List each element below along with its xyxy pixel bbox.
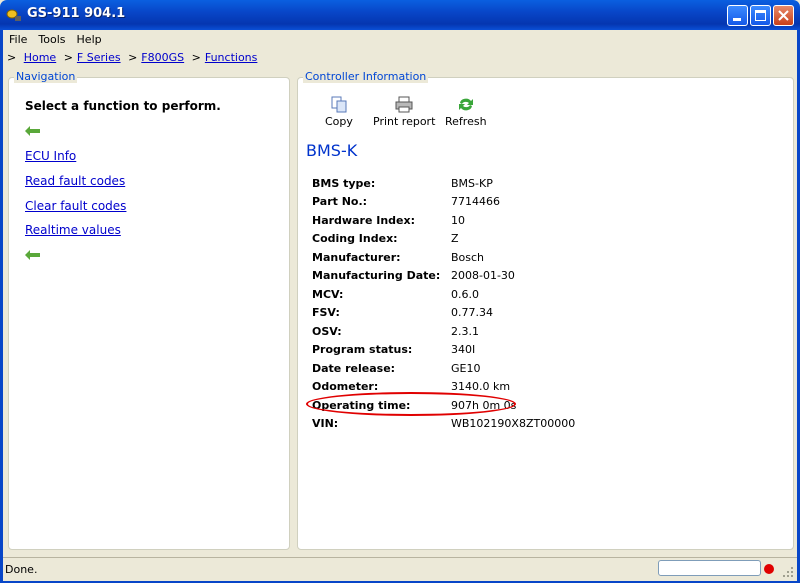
print-report-label: Print report [373,115,436,128]
operating-time-highlight [306,392,516,416]
property-value: 7714466 [451,195,500,209]
menu-tools[interactable]: Tools [32,31,70,46]
navigation-heading: Select a function to perform. [25,99,221,113]
refresh-label: Refresh [445,115,487,128]
window-title: GS-911 904.1 [27,6,126,21]
link-read-fault-codes[interactable]: Read fault codes [25,174,125,188]
property-value: 0.77.34 [451,306,493,320]
copy-button[interactable]: Copy [325,96,353,128]
property-label: Date release: [312,361,396,375]
breadcrumb-separator: > [191,51,201,64]
breadcrumb-functions[interactable]: Functions [205,51,258,64]
maximize-button[interactable] [750,5,771,26]
close-icon [778,10,789,21]
property-row: FSV: 0.77.34 [312,304,575,323]
breadcrumb-f800gs[interactable]: F800GS [141,51,184,64]
property-value: 2008-01-30 [451,269,515,283]
property-value: Bosch [451,250,485,264]
link-realtime-values[interactable]: Realtime values [25,223,121,237]
status-bar: Done. [3,557,797,581]
minimize-button[interactable] [727,5,748,26]
property-label: Program status: [312,343,413,357]
property-value: 2.3.1 [451,324,479,338]
breadcrumb-home[interactable]: Home [24,51,56,64]
property-row: Hardware Index: 10 [312,211,575,230]
connection-status-icon [764,564,774,574]
link-clear-fault-codes[interactable]: Clear fault codes [25,199,126,213]
property-label: OSV: [312,324,342,338]
property-label: Coding Index: [312,232,398,246]
status-text: Done. [5,563,38,576]
property-row: Part No.: 7714466 [312,193,575,212]
copy-icon [331,96,347,113]
property-row: Program status: 340I [312,341,575,360]
app-icon [6,9,21,21]
property-label: VIN: [312,417,339,431]
breadcrumb-separator: > [7,51,17,64]
property-row: Manufacturer: Bosch [312,248,575,267]
property-row: OSV: 2.3.1 [312,322,575,341]
property-label: Manufacturer: [312,250,401,264]
breadcrumb-separator: > [128,51,138,64]
status-progress-field [658,560,761,576]
property-value: 10 [451,213,465,227]
breadcrumb-separator: > [63,51,73,64]
menu-help[interactable]: Help [71,31,107,46]
title-bar[interactable]: GS-911 904.1 [0,0,800,30]
property-value: BMS-KP [451,176,493,190]
refresh-icon [458,98,473,111]
property-value: 340I [451,343,476,357]
print-report-button[interactable]: Print report [373,96,435,128]
refresh-button[interactable]: Refresh [445,96,487,128]
property-value: WB102190X8ZT00000 [451,417,576,431]
breadcrumb-f-series[interactable]: F Series [77,51,121,64]
property-label: Manufacturing Date: [312,269,441,283]
link-ecu-info[interactable]: ECU Info [25,149,76,163]
back-arrow-icon[interactable] [25,126,41,136]
back-arrow-icon[interactable] [25,250,41,260]
property-row: VIN: WB102190X8ZT00000 [312,415,575,434]
copy-label: Copy [325,115,353,128]
printer-icon [395,96,413,113]
property-value: Z [451,232,459,246]
close-button[interactable] [773,5,794,26]
menu-file[interactable]: File [3,31,32,46]
property-label: Part No.: [312,195,368,209]
property-value: GE10 [451,361,481,375]
property-row: Date release: GE10 [312,359,575,378]
property-value: 0.6.0 [451,287,479,301]
property-label: MCV: [312,287,344,301]
controller-title: BMS-K [306,141,358,160]
controller-info-legend: Controller Information [303,70,429,83]
navigation-legend: Navigation [14,70,78,83]
minimize-icon [733,18,741,21]
property-label: Hardware Index: [312,213,415,227]
property-row: BMS type: BMS-KP [312,174,575,193]
navigation-panel: Navigation Select a function to perform.… [8,70,290,550]
resize-grip-icon[interactable] [780,564,794,578]
controller-info-panel: Controller Information Copy Print report… [297,70,794,550]
maximize-icon [755,10,766,21]
breadcrumb: > Home > F Series > F800GS > Functions [3,51,797,67]
property-row: Manufacturing Date: 2008-01-30 [312,267,575,286]
menu-bar: File Tools Help [3,31,797,49]
property-row: MCV: 0.6.0 [312,285,575,304]
property-row: Coding Index: Z [312,230,575,249]
property-label: BMS type: [312,176,376,190]
property-label: FSV: [312,306,340,320]
